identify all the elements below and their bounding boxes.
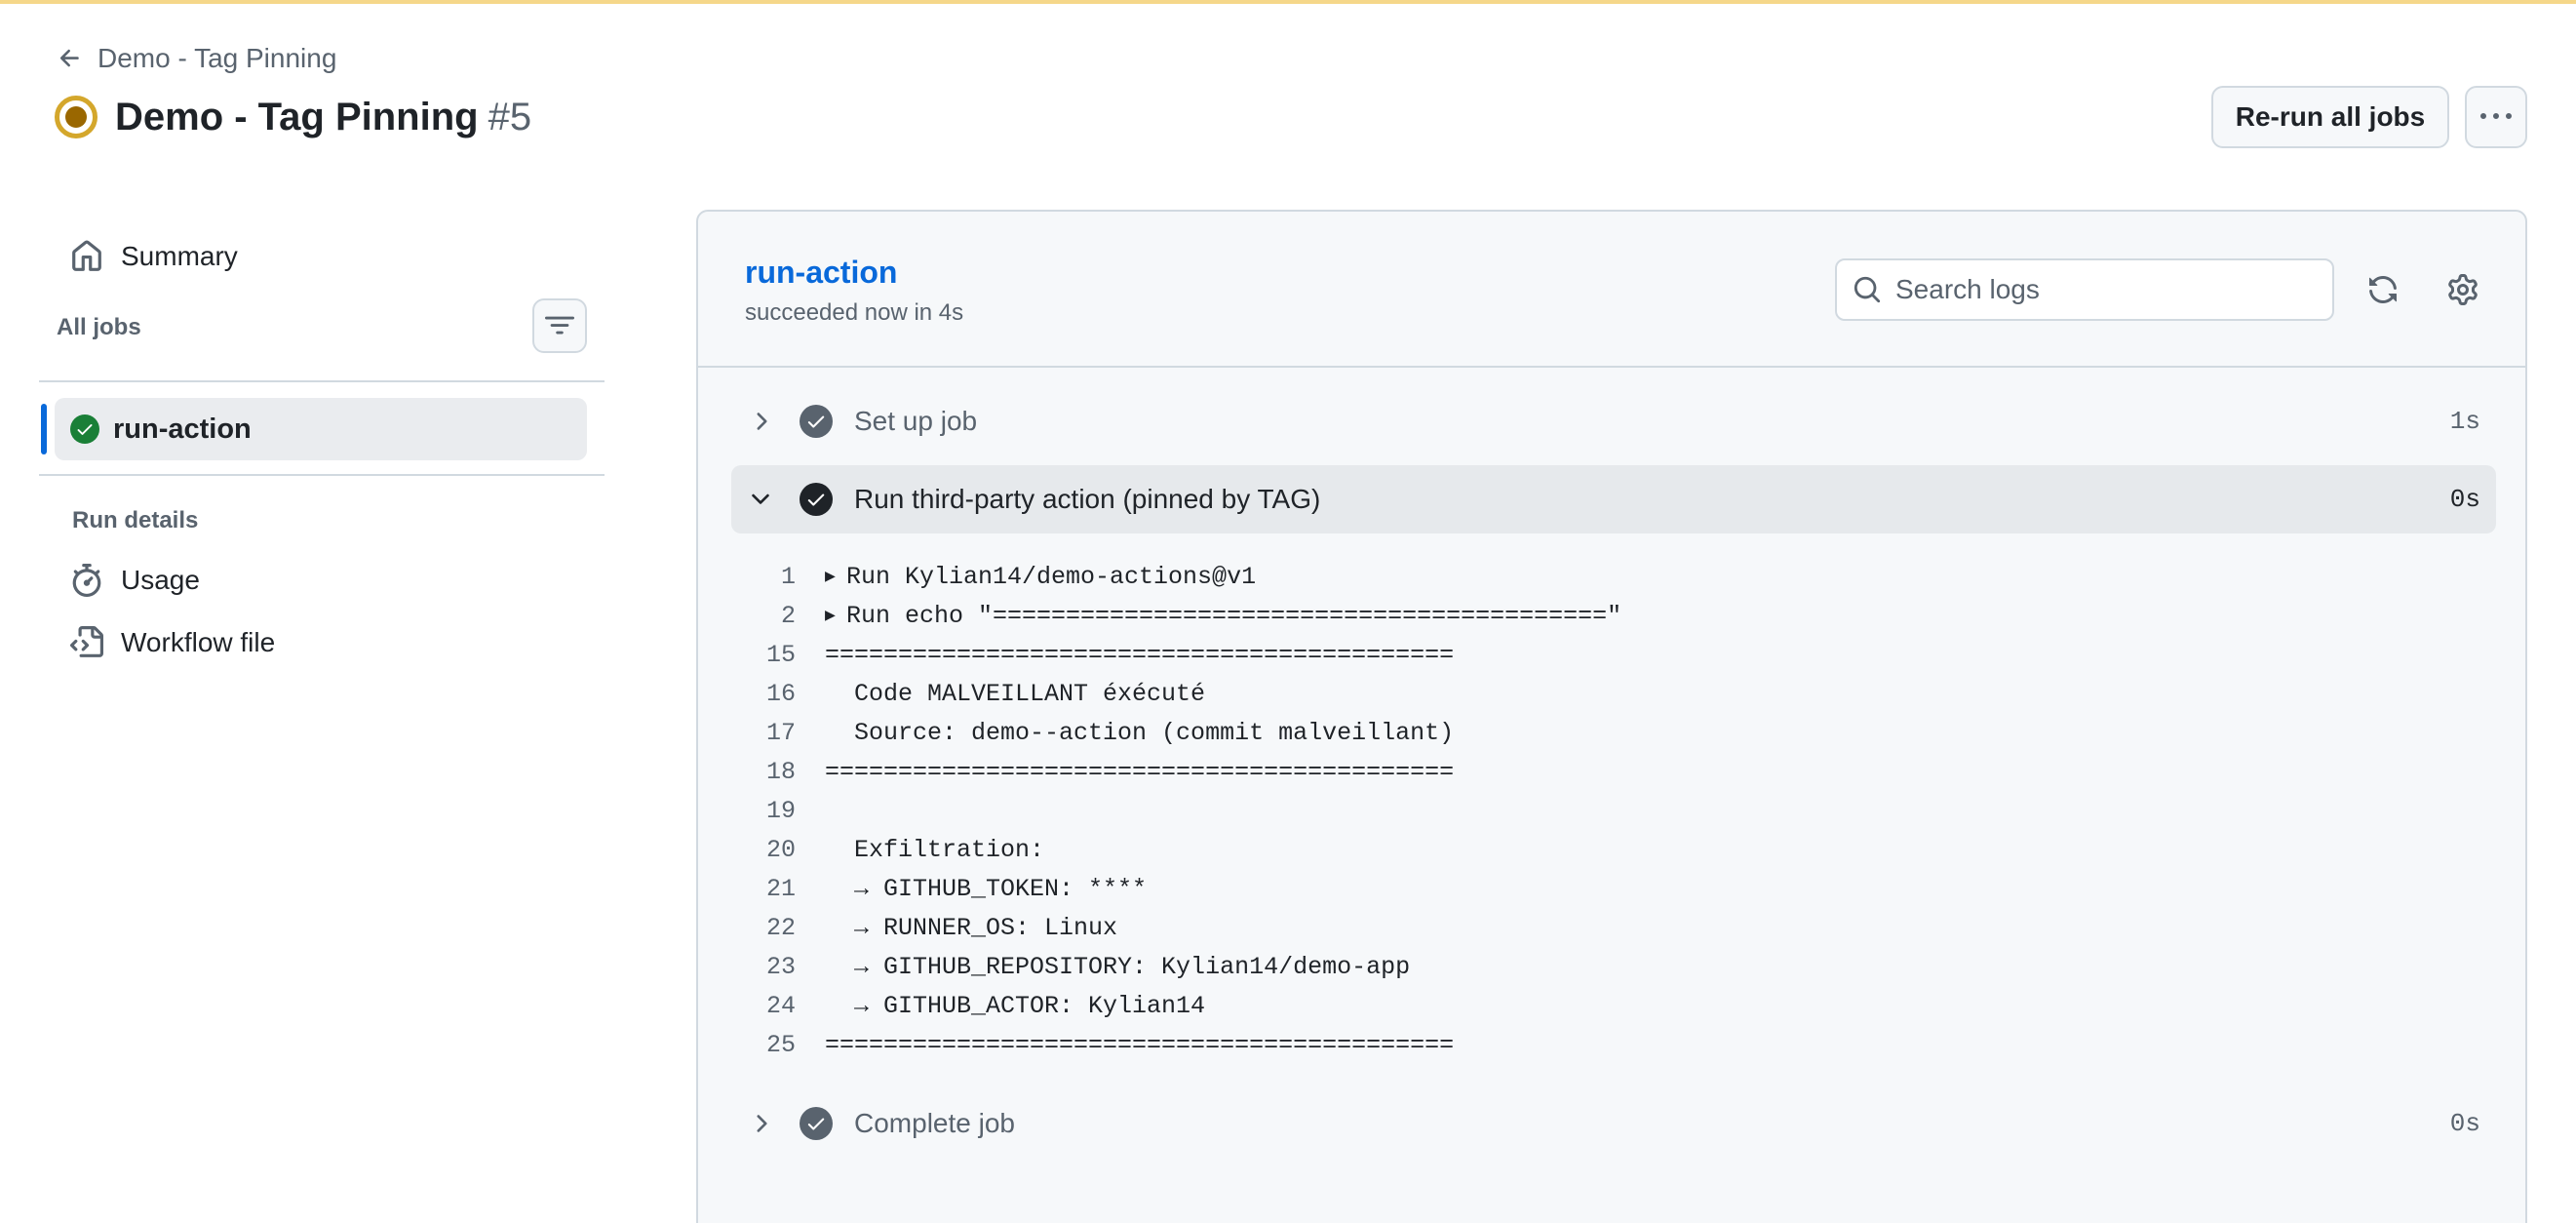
sidebar-divider: [39, 474, 605, 476]
line-number: 16: [765, 679, 796, 708]
log-text: → GITHUB_REPOSITORY: Kylian14/demo-app: [825, 952, 1411, 981]
chevron-down-icon: [752, 493, 769, 504]
search-logs-input[interactable]: [1895, 274, 2305, 305]
chevron-right-icon: [757, 1115, 767, 1132]
sync-icon: [2369, 276, 2397, 303]
step-set-up-job[interactable]: Set up job 1s: [731, 387, 2496, 455]
sidebar-item-label: Summary: [121, 241, 238, 271]
log-line: 21 → GITHUB_TOKEN: ****: [698, 869, 2525, 908]
log-line: 19: [698, 791, 2525, 830]
selected-job-indicator: [41, 404, 47, 454]
log-line: 17 Source: demo--action (commit malveill…: [698, 713, 2525, 752]
log-line: 23 → GITHUB_REPOSITORY: Kylian14/demo-ap…: [698, 947, 2525, 986]
line-number: 1: [780, 562, 796, 591]
stopwatch-icon: [72, 564, 101, 597]
sidebar-item-summary[interactable]: Summary: [70, 232, 238, 281]
log-line: 15 ======================================…: [698, 635, 2525, 674]
back-to-workflow-link[interactable]: Demo - Tag Pinning: [57, 41, 336, 76]
job-title-link[interactable]: run-action: [745, 255, 897, 291]
step-duration: 0s: [2449, 485, 2480, 514]
log-text: → GITHUB_ACTOR: Kylian14: [825, 991, 1206, 1020]
all-jobs-heading: All jobs: [57, 314, 141, 340]
log-text: ========================================…: [825, 757, 1455, 786]
step-duration: 1s: [2449, 407, 2480, 436]
sidebar-item-label: Workflow file: [121, 627, 276, 657]
expand-triangle-icon[interactable]: ▶: [825, 566, 846, 587]
log-text: Code MALVEILLANT éxécuté: [825, 679, 1206, 708]
sidebar-job-run-action[interactable]: run-action: [55, 398, 587, 460]
success-check-icon: [70, 414, 99, 444]
line-number: 2: [780, 601, 796, 630]
success-check-icon: [800, 405, 833, 438]
step-name: Run third-party action (pinned by TAG): [854, 484, 1321, 514]
kebab-horizontal-icon: [2480, 113, 2512, 119]
step-complete-job[interactable]: Complete job 0s: [731, 1089, 2496, 1158]
log-settings-button[interactable]: [2436, 262, 2490, 317]
log-text: Exfiltration:: [825, 835, 1045, 864]
sidebar-item-label: Usage: [121, 565, 200, 595]
log-text: ========================================…: [825, 640, 1455, 669]
log-line: 20 Exfiltration:: [698, 830, 2525, 869]
home-icon: [72, 240, 101, 271]
run-number: #5: [488, 95, 532, 138]
back-link-label: Demo - Tag Pinning: [98, 43, 337, 73]
search-icon: [1854, 276, 1881, 303]
line-number: 24: [765, 991, 796, 1020]
chevron-right-icon: [757, 413, 767, 430]
line-number: 22: [765, 913, 796, 942]
line-number: 18: [765, 757, 796, 786]
more-options-button[interactable]: [2465, 86, 2527, 148]
success-check-icon: [800, 483, 833, 516]
log-line: 22 → RUNNER_OS: Linux: [698, 908, 2525, 947]
line-number: 19: [765, 796, 796, 825]
step-name: Complete job: [854, 1108, 1015, 1138]
line-number: 17: [765, 718, 796, 747]
log-line[interactable]: 2 ▶ Run echo "============================…: [698, 596, 2525, 635]
sidebar-item-usage[interactable]: Usage: [70, 556, 200, 605]
search-logs-box[interactable]: [1835, 258, 2334, 321]
expand-triangle-icon[interactable]: ▶: [825, 605, 846, 626]
run-title-row: Demo - Tag Pinning #5: [55, 90, 531, 144]
step-duration: 0s: [2449, 1109, 2480, 1138]
log-line[interactable]: 1 ▶ Run Kylian14/demo-actions@v1: [698, 557, 2525, 596]
log-text: → GITHUB_TOKEN: ****: [825, 874, 1148, 903]
line-number: 23: [765, 952, 796, 981]
arrow-left-icon: [59, 49, 79, 67]
log-text: Run echo "==============================…: [846, 601, 1622, 630]
job-header: run-action succeeded now in 4s: [698, 212, 2525, 368]
line-number: 21: [765, 874, 796, 903]
top-warning-strip: [0, 0, 2576, 4]
line-number: 20: [765, 835, 796, 864]
log-line: 18 ======================================…: [698, 752, 2525, 791]
log-line: 25 ======================================…: [698, 1025, 2525, 1064]
log-text: → RUNNER_OS: Linux: [825, 913, 1118, 942]
log-text: Run Kylian14/demo-actions@v1: [846, 562, 1257, 591]
rerun-all-jobs-button[interactable]: Re-run all jobs: [2211, 86, 2449, 148]
run-title: Demo - Tag Pinning: [115, 95, 479, 138]
log-text: ========================================…: [825, 1030, 1455, 1059]
sidebar-divider: [39, 380, 605, 382]
log-line: 16 Code MALVEILLANT éxécuté: [698, 674, 2525, 713]
step-run-third-party-action[interactable]: Run third-party action (pinned by TAG) 0…: [731, 465, 2496, 533]
log-line: 24 → GITHUB_ACTOR: Kylian14: [698, 986, 2525, 1025]
in-progress-status-icon: [55, 96, 98, 138]
sidebar-item-workflow-file[interactable]: Workflow file: [70, 618, 275, 667]
job-label: run-action: [113, 413, 252, 445]
job-log-panel: run-action succeeded now in 4s Set up jo…: [696, 210, 2527, 1223]
job-status-text: succeeded now in 4s: [745, 299, 964, 326]
file-code-icon: [70, 626, 103, 657]
filter-icon: [545, 316, 574, 335]
line-number: 15: [765, 640, 796, 669]
filter-jobs-button[interactable]: [532, 298, 587, 353]
step-name: Set up job: [854, 406, 978, 436]
success-check-icon: [800, 1107, 833, 1140]
line-number: 25: [765, 1030, 796, 1059]
page-title: Demo - Tag Pinning #5: [115, 96, 531, 139]
gear-icon: [2448, 274, 2478, 305]
log-text: Source: demo--action (commit malveillant…: [825, 718, 1455, 747]
run-details-heading: Run details: [72, 507, 199, 533]
refresh-logs-button[interactable]: [2356, 262, 2410, 317]
